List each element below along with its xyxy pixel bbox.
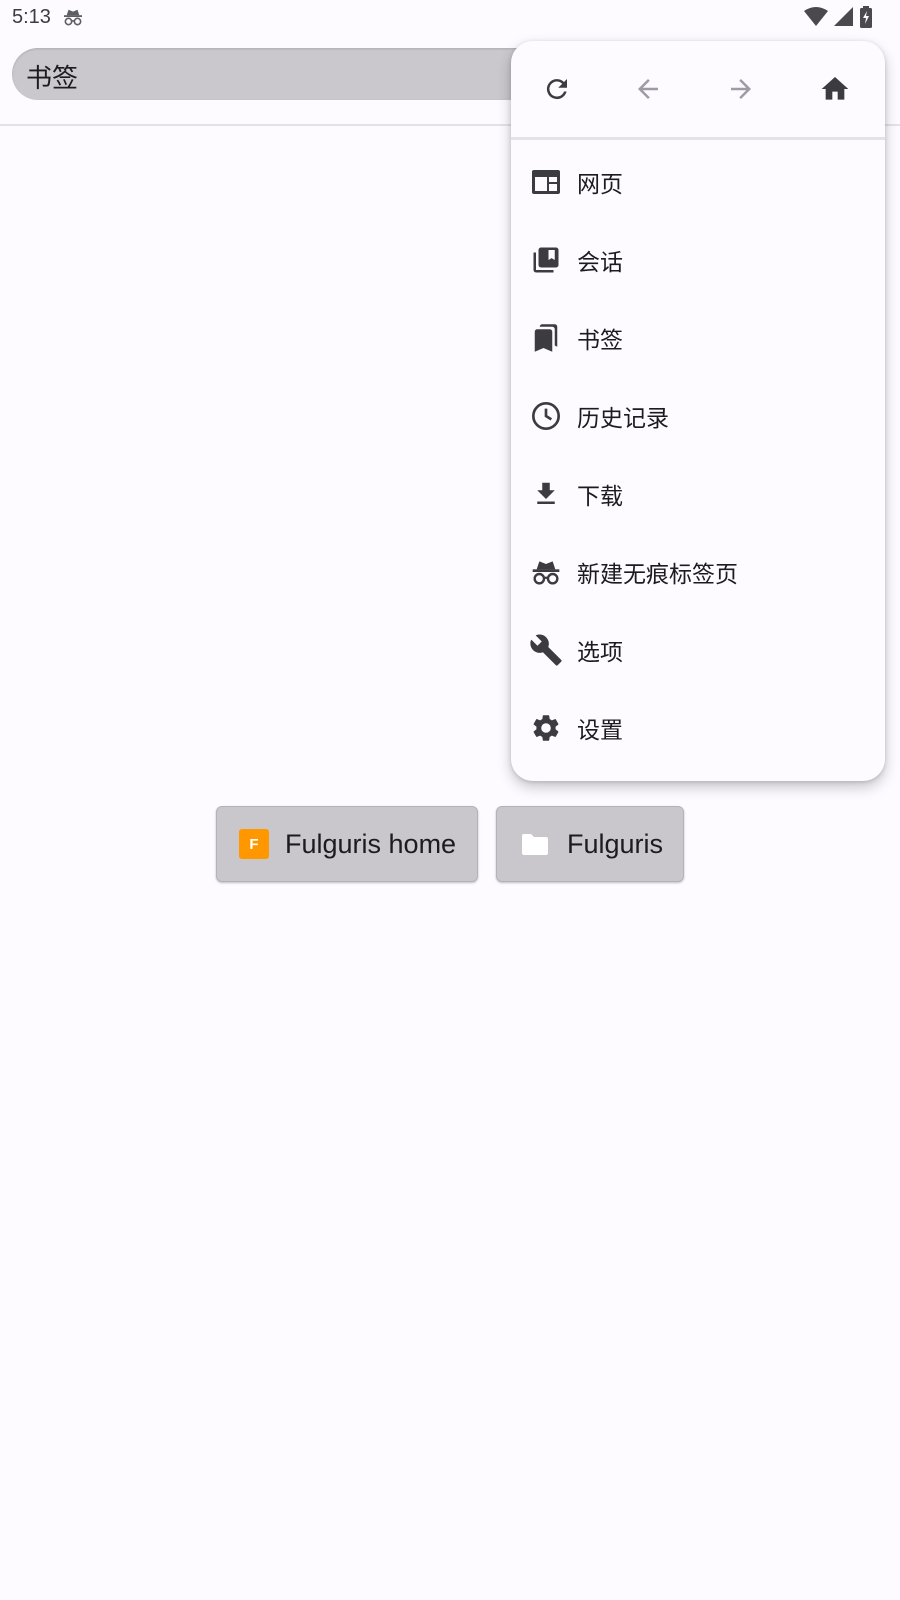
menu-items: 网页 会话 书签 历史记录 下载 新建无痕标签页 选项 设置 [511, 143, 885, 767]
incognito-status-icon [62, 8, 84, 30]
forward-arrow-icon[interactable] [719, 67, 763, 111]
incognito-icon [529, 555, 563, 589]
address-bar-text: 书签 [26, 64, 79, 94]
menu-item-bookmarks[interactable]: 书签 [511, 299, 885, 377]
menu-item-settings[interactable]: 设置 [511, 689, 885, 767]
menu-item-sessions[interactable]: 会话 [511, 221, 885, 299]
reload-icon[interactable] [535, 67, 579, 111]
bookmark-fulguris-home[interactable]: F Fulguris home [216, 806, 478, 882]
menu-item-new-incognito-tab[interactable]: 新建无痕标签页 [511, 533, 885, 611]
bookmark-label: Fulguris home [285, 828, 457, 859]
cell-signal-icon [834, 7, 854, 31]
status-time: 5:13 [12, 6, 51, 28]
sessions-icon [529, 243, 563, 277]
menu-item-label: 选项 [577, 640, 623, 666]
menu-item-history[interactable]: 历史记录 [511, 377, 885, 455]
web-page-icon [529, 165, 563, 199]
menu-item-downloads[interactable]: 下载 [511, 455, 885, 533]
menu-item-options[interactable]: 选项 [511, 611, 885, 689]
battery-icon [860, 6, 872, 32]
menu-item-label: 设置 [577, 718, 623, 744]
status-bar: 5:13 [0, 0, 900, 36]
menu-item-label: 历史记录 [577, 406, 669, 432]
menu-item-label: 网页 [577, 172, 623, 198]
bookmark-label: Fulguris [567, 828, 664, 859]
browser-screen: 5:13 书签 F Fulguris home Fulguris 网页 会话 书… [0, 0, 900, 1600]
wifi-icon [804, 7, 828, 31]
overflow-menu: 网页 会话 书签 历史记录 下载 新建无痕标签页 选项 设置 [511, 41, 885, 781]
menu-nav-row [511, 41, 885, 140]
gear-icon [529, 711, 563, 745]
menu-item-label: 下载 [577, 484, 623, 510]
menu-item-label: 会话 [577, 250, 623, 276]
menu-item-label: 书签 [577, 328, 623, 354]
home-icon[interactable] [813, 67, 857, 111]
wrench-icon [529, 633, 563, 667]
back-arrow-icon[interactable] [626, 67, 670, 111]
fulguris-favicon: F [239, 829, 269, 859]
menu-item-web-page[interactable]: 网页 [511, 143, 885, 221]
download-icon [529, 477, 563, 511]
bookmarks-icon [529, 321, 563, 355]
status-icons [804, 6, 872, 32]
menu-item-label: 新建无痕标签页 [577, 562, 738, 588]
history-icon [529, 399, 563, 433]
folder-icon [521, 832, 549, 856]
bookmark-folder-fulguris[interactable]: Fulguris [496, 806, 684, 882]
